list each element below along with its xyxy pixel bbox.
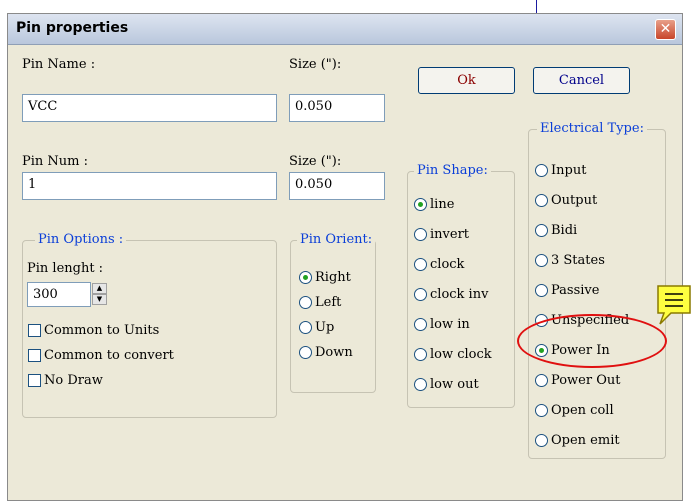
pin-num-size-label: Size ("): <box>289 154 342 169</box>
pin-shape-legend: Pin Shape: <box>414 163 491 178</box>
orient-radio-left[interactable]: Left <box>299 295 341 310</box>
shape-radio-line[interactable]: line <box>414 197 454 212</box>
etype-option-label: Bidi <box>551 223 578 238</box>
electrical-type-legend: Electrical Type: <box>537 121 647 136</box>
etype-option-label: Input <box>551 163 587 178</box>
etype-radio-open-emit[interactable]: Open emit <box>535 433 620 448</box>
radio-button[interactable] <box>299 296 312 309</box>
shape-radio-low-in[interactable]: low in <box>414 317 470 332</box>
pin-name-input[interactable]: VCC <box>22 94 277 122</box>
etype-option-label: 3 States <box>551 253 605 268</box>
radio-button[interactable] <box>535 254 548 267</box>
etype-radio-3-states[interactable]: 3 States <box>535 253 605 268</box>
common-units-label: Common to Units <box>44 323 160 338</box>
shape-option-label: clock inv <box>430 287 489 302</box>
etype-radio-open-coll[interactable]: Open coll <box>535 403 614 418</box>
no-draw-checkbox[interactable]: No Draw <box>28 373 103 388</box>
shape-radio-clock-inv[interactable]: clock inv <box>414 287 488 302</box>
orient-radio-right[interactable]: Right <box>299 270 351 285</box>
radio-button[interactable] <box>535 434 548 447</box>
highlight-ellipse <box>517 314 667 368</box>
etype-radio-input[interactable]: Input <box>535 163 586 178</box>
pin-name-size-input[interactable]: 0.050 <box>289 94 385 122</box>
shape-option-label: line <box>430 197 455 212</box>
radio-button[interactable] <box>535 374 548 387</box>
radio-button[interactable] <box>414 318 427 331</box>
radio-button[interactable] <box>414 258 427 271</box>
radio-button[interactable] <box>535 404 548 417</box>
radio-button[interactable] <box>535 284 548 297</box>
common-convert-label: Common to convert <box>44 348 174 363</box>
etype-radio-passive[interactable]: Passive <box>535 283 599 298</box>
spinner-up-icon[interactable]: ▲ <box>92 283 107 294</box>
shape-option-label: invert <box>430 227 470 242</box>
radio-button[interactable] <box>299 271 312 284</box>
shape-option-label: low clock <box>430 347 492 362</box>
radio-button[interactable] <box>414 288 427 301</box>
radio-button[interactable] <box>414 378 427 391</box>
orient-radio-down[interactable]: Down <box>299 345 353 360</box>
pin-num-label: Pin Num : <box>22 154 88 169</box>
etype-radio-bidi[interactable]: Bidi <box>535 223 577 238</box>
etype-radio-power-out[interactable]: Power Out <box>535 373 620 388</box>
common-units-checkbox[interactable]: Common to Units <box>28 323 159 338</box>
cancel-button[interactable]: Cancel <box>533 67 630 94</box>
pin-options-legend: Pin Options : <box>35 232 127 247</box>
shape-radio-low-out[interactable]: low out <box>414 377 479 392</box>
pin-length-label: Pin lenght : <box>27 261 104 276</box>
common-convert-checkbox[interactable]: Common to convert <box>28 348 174 363</box>
etype-radio-output[interactable]: Output <box>535 193 597 208</box>
orient-option-label: Left <box>315 295 342 310</box>
shape-radio-invert[interactable]: invert <box>414 227 469 242</box>
spinner-down-icon[interactable]: ▼ <box>92 294 107 305</box>
etype-option-label: Power Out <box>551 373 621 388</box>
close-button[interactable]: ✕ <box>655 19 676 40</box>
orient-radio-up[interactable]: Up <box>299 320 334 335</box>
orient-option-label: Down <box>315 345 353 360</box>
title-bar[interactable]: Pin properties ✕ <box>8 14 682 45</box>
pin-length-input[interactable]: 300 <box>27 282 91 307</box>
note-callout-icon <box>657 285 691 325</box>
ok-button[interactable]: Ok <box>418 67 515 94</box>
shape-option-label: low out <box>430 377 479 392</box>
radio-button[interactable] <box>414 228 427 241</box>
radio-button[interactable] <box>535 194 548 207</box>
shape-radio-clock[interactable]: clock <box>414 257 464 272</box>
ok-button-label: Ok <box>457 73 476 88</box>
orient-option-label: Up <box>315 320 335 335</box>
pin-orient-group: Pin Orient: <box>290 232 376 393</box>
pin-num-size-input[interactable]: 0.050 <box>289 172 385 200</box>
radio-button[interactable] <box>414 348 427 361</box>
pin-length-spinner[interactable]: ▲ ▼ <box>92 283 107 305</box>
checkbox-box[interactable] <box>28 324 41 337</box>
no-draw-label: No Draw <box>44 373 103 388</box>
orient-option-label: Right <box>315 270 351 285</box>
etype-option-label: Output <box>551 193 598 208</box>
etype-option-label: Open emit <box>551 433 620 448</box>
radio-button[interactable] <box>535 224 548 237</box>
pin-num-input[interactable]: 1 <box>22 172 277 200</box>
radio-button[interactable] <box>299 321 312 334</box>
cancel-button-label: Cancel <box>558 73 605 88</box>
shape-option-label: clock <box>430 257 465 272</box>
radio-button[interactable] <box>535 164 548 177</box>
shape-radio-low-clock[interactable]: low clock <box>414 347 492 362</box>
checkbox-box[interactable] <box>28 374 41 387</box>
etype-option-label: Passive <box>551 283 600 298</box>
dialog-title: Pin properties <box>16 20 129 36</box>
pin-orient-legend: Pin Orient: <box>297 232 376 247</box>
checkbox-box[interactable] <box>28 349 41 362</box>
radio-button[interactable] <box>299 346 312 359</box>
radio-button[interactable] <box>414 198 427 211</box>
shape-option-label: low in <box>430 317 470 332</box>
pin-name-label: Pin Name : <box>22 57 96 72</box>
etype-option-label: Open coll <box>551 403 614 418</box>
pin-name-size-label: Size ("): <box>289 57 342 72</box>
